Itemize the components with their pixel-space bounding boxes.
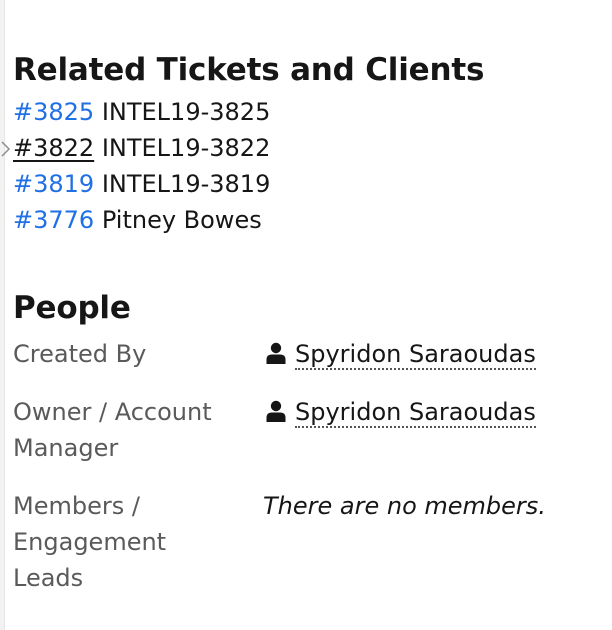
chevron-right-icon[interactable] [1,140,11,158]
person-icon [266,400,286,422]
created-by-label: Created By [13,340,147,368]
ticket-row: #3776 Pitney Bowes [13,204,270,240]
members-label: Members / Engagement Leads [13,492,167,592]
person-icon [266,342,286,364]
ticket-name: INTEL19-3825 [101,98,271,126]
owner-person-link[interactable]: Spyridon Saraoudas [295,398,536,428]
owner-label: Owner / Account Manager [13,398,212,462]
ticket-name: INTEL19-3819 [101,170,271,198]
ticket-row: #3819 INTEL19-3819 [13,168,270,204]
ticket-name: INTEL19-3822 [101,134,271,162]
ticket-link-3825[interactable]: #3825 [13,98,94,126]
client-name: Pitney Bowes [101,206,262,234]
owner-value: Spyridon Saraoudas [266,394,536,430]
ticket-link-3819[interactable]: #3819 [13,170,94,198]
ticket-row: #3822 INTEL19-3822 [13,132,270,168]
people-title: People [13,290,131,326]
left-panel-edge [0,0,5,630]
members-empty-note: There are no members. [263,492,546,520]
ticket-link-3822[interactable]: #3822 [13,134,94,162]
created-by-value: Spyridon Saraoudas [266,336,536,372]
ticket-link-3776[interactable]: #3776 [13,206,94,234]
related-tickets-title: Related Tickets and Clients [13,52,485,88]
created-by-person-link[interactable]: Spyridon Saraoudas [295,340,536,370]
related-tickets-list: #3825 INTEL19-3825 #3822 INTEL19-3822 #3… [13,96,270,240]
ticket-row: #3825 INTEL19-3825 [13,96,270,132]
